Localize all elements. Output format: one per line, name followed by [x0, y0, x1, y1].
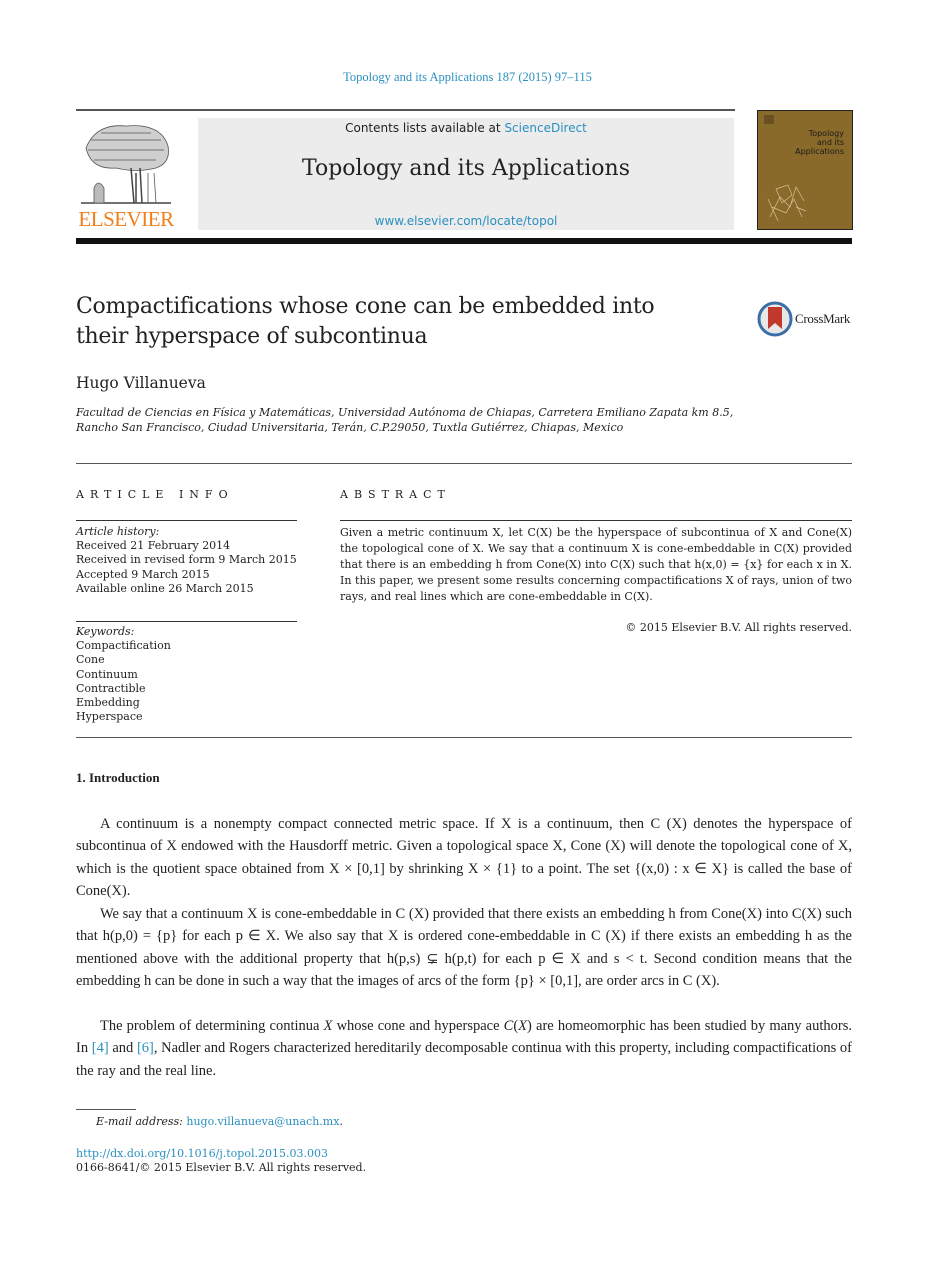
reference-link[interactable]: [6] [137, 1040, 154, 1056]
keywords-label: Keywords: [76, 625, 135, 638]
crossmark-button[interactable]: CrossMark [757, 301, 857, 337]
footnote-rule [76, 1109, 136, 1110]
divider [76, 621, 297, 622]
contents-prefix: Contents lists available at [345, 121, 505, 135]
elsevier-logo[interactable]: ELSEVIER [76, 118, 176, 232]
email-link[interactable]: hugo.villanueva@unach.mx [186, 1115, 339, 1128]
text-run: The problem of determining continua [100, 1018, 324, 1034]
history-label: Article history: [76, 525, 160, 538]
cover-title: Topology and its Applications [795, 129, 844, 156]
history-item: Received 21 February 2014 [76, 539, 231, 553]
history-item: Accepted 9 March 2015 [76, 567, 210, 581]
journal-header-box: Contents lists available at ScienceDirec… [198, 118, 734, 230]
text-run: , Nadler and Rogers characterized heredi… [76, 1040, 852, 1079]
reference-link[interactable]: [4] [92, 1040, 109, 1056]
journal-citation-link[interactable]: Topology and its Applications 187 (2015)… [0, 70, 935, 85]
cover-title-line: and its [816, 138, 844, 147]
divider [76, 737, 852, 738]
article-history: Article history: Received 21 February 20… [76, 525, 298, 596]
keyword-item: Cone [76, 653, 105, 667]
divider [76, 520, 297, 521]
keyword-item: Compactification [76, 639, 171, 653]
author-affiliation: Facultad de Ciencias en Física y Matemát… [76, 406, 734, 434]
divider [340, 520, 852, 521]
doi-link[interactable]: http://dx.doi.org/10.1016/j.topol.2015.0… [76, 1147, 328, 1160]
divider [76, 463, 852, 464]
section-heading: 1. Introduction [76, 770, 160, 785]
abstract-heading: ABSTRACT [340, 488, 451, 501]
email-label: E-mail address: [96, 1115, 183, 1128]
elsevier-wordmark: ELSEVIER [78, 207, 174, 231]
cover-title-line: Topology [808, 129, 844, 138]
article-info-heading: ARTICLE INFO [76, 488, 234, 501]
text-run: and [108, 1040, 137, 1057]
body-paragraph: We say that a continuum X is cone-embedd… [76, 906, 852, 989]
keyword-item: Contractible [76, 681, 146, 695]
journal-cover-thumbnail[interactable]: Topology and its Applications [757, 110, 853, 230]
keywords-list: Keywords: Compactification Cone Continuu… [76, 625, 298, 724]
cover-title-line: Applications [795, 147, 844, 156]
body-paragraph: The problem of determining continua X wh… [76, 1018, 852, 1079]
keyword-item: Hyperspace [76, 710, 143, 724]
journal-url-link[interactable]: www.elsevier.com/locate/topol [198, 214, 734, 228]
keyword-item: Continuum [76, 667, 138, 681]
elsevier-tree-icon [81, 125, 171, 204]
author-name[interactable]: Hugo Villanueva [76, 374, 206, 392]
article-title: Compactifications whose cone can be embe… [76, 294, 655, 349]
header-rule [76, 109, 735, 111]
cover-emblem-icon [764, 115, 774, 124]
text-run: whose cone and hyperspace [332, 1018, 504, 1034]
body-paragraph: A continuum is a nonempty compact connec… [76, 816, 852, 899]
history-item: Available online 26 March 2015 [76, 581, 254, 595]
cover-pattern-icon [767, 184, 807, 222]
sciencedirect-link[interactable]: ScienceDirect [504, 121, 586, 135]
header-thick-rule [76, 238, 852, 244]
crossmark-icon [757, 301, 793, 337]
email-footnote: E-mail address: hugo.villanueva@unach.mx… [96, 1115, 343, 1128]
abstract-text: Given a metric continuum X, let C(X) be … [340, 526, 852, 603]
keyword-item: Embedding [76, 696, 140, 710]
issn-copyright: 0166-8641/© 2015 Elsevier B.V. All right… [76, 1161, 367, 1174]
journal-title: Topology and its Applications [302, 156, 630, 181]
history-item: Received in revised form 9 March 2015 [76, 553, 297, 567]
crossmark-label: CrossMark [795, 311, 851, 326]
abstract-copyright: © 2015 Elsevier B.V. All rights reserved… [625, 621, 852, 634]
contents-line: Contents lists available at ScienceDirec… [198, 121, 734, 135]
